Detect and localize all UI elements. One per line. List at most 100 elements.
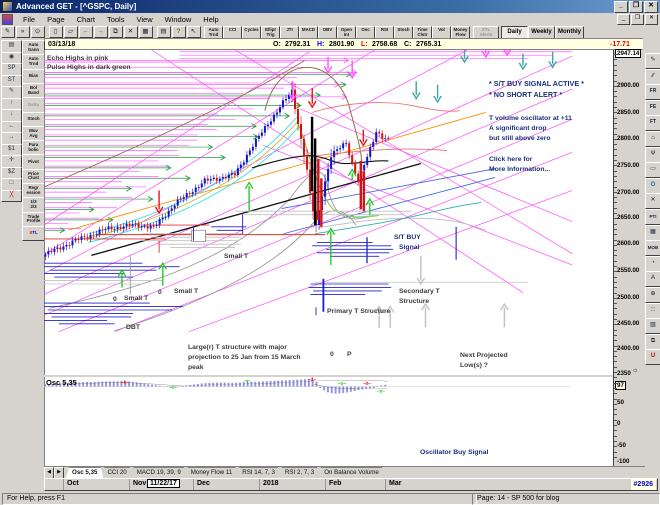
tool-button-stoch[interactable]: Stoch [22, 112, 45, 128]
tab-cci-20[interactable]: CCI 20 [101, 467, 132, 478]
help-icon[interactable]: ? [172, 26, 186, 38]
menu-page[interactable]: Page [41, 15, 71, 24]
tool-button-auto[interactable]: Auto Trnd [22, 54, 45, 70]
menu-window[interactable]: Window [159, 15, 198, 24]
xtl-alerts-button[interactable]: XTL Alerts [473, 26, 499, 39]
minimize-button[interactable]: _ [614, 1, 628, 13]
text-icon[interactable]: A [645, 271, 660, 287]
delete-icon[interactable]: ✕ [124, 26, 138, 38]
pencil-icon[interactable]: ✎ [645, 53, 660, 69]
menu-file[interactable]: File [17, 15, 41, 24]
menu-view[interactable]: View [130, 15, 158, 24]
study-button-money[interactable]: Money Flow [451, 26, 470, 39]
open-value: 2792.31 [285, 41, 310, 48]
menu-tools[interactable]: Tools [101, 15, 131, 24]
study-button-macd[interactable]: MACD [299, 26, 318, 39]
trendlines-icon[interactable]: ∕∕ [645, 69, 660, 85]
fib-retracement-icon[interactable]: FR [645, 84, 660, 100]
study-button-ellipt[interactable]: Ellipt Trig [261, 26, 280, 39]
close-button[interactable]: ✕ [644, 1, 658, 13]
tile-windows-icon[interactable]: ⧉ [109, 26, 123, 38]
study-button-auto[interactable]: Auto Trnd [204, 26, 223, 39]
axis-settings-icon[interactable]: ☼ [632, 367, 638, 374]
tool-button-delta[interactable]: Delta [22, 97, 45, 113]
restore-button[interactable]: ❐ [629, 1, 643, 13]
menu-chart[interactable]: Chart [71, 15, 101, 24]
study-button-rsi[interactable]: RSI [375, 26, 394, 39]
period-button-monthly[interactable]: Monthly [555, 26, 584, 39]
time-axis[interactable]: 11/22/17 #2926 OctNovDec2018FebMar [44, 478, 658, 491]
study-button-osc[interactable]: Osc [356, 26, 375, 39]
grid-icon[interactable]: ▦ [645, 225, 660, 241]
title-bar: Advanced GET - [^GSPC, Daily] _ ❐ ✕ [0, 0, 660, 13]
first-bar-date-box[interactable]: 11/22/17 [147, 479, 180, 488]
tool-button-mov[interactable]: Mov Avg [22, 126, 45, 142]
tool-button-regr[interactable]: Regr ession [22, 183, 45, 199]
palette-icon[interactable]: ::: [645, 303, 660, 319]
back-arrow-icon[interactable]: ← [79, 26, 93, 38]
price-axis[interactable]: 2947.14 2900.002850.002800.002750.002700… [613, 50, 645, 466]
ellipse-icon[interactable]: O [645, 178, 660, 194]
study-button-cci[interactable]: CCI [223, 26, 242, 39]
period-button-weekly[interactable]: Weekly [528, 26, 555, 39]
quotes-icon[interactable]: » [16, 26, 30, 38]
tab-on-balance-volume[interactable]: On Balance Volume [318, 467, 385, 478]
rectangle-icon[interactable]: ▭ [645, 162, 660, 178]
tool-button-para[interactable]: Para bolic [22, 140, 45, 156]
period-button-daily[interactable]: Daily [501, 26, 528, 39]
tab-money-flow-11[interactable]: Money Flow 11 [185, 467, 239, 478]
study-button-time[interactable]: Time Clstr [413, 26, 432, 39]
study-button-stoch[interactable]: Stoch [394, 26, 413, 39]
tab-rsi-2-7-3[interactable]: RSI 2, 7, 3 [279, 467, 320, 478]
tool-button-bol[interactable]: Bol Band [22, 83, 45, 99]
osc-axis-label: -100 [617, 458, 629, 465]
undo-icon[interactable]: U [645, 349, 660, 365]
context-help-icon[interactable]: ↖ [187, 26, 201, 38]
print-icon[interactable]: ▤ [157, 26, 171, 38]
chart-zoom-icon[interactable]: ◔ [645, 256, 660, 272]
eraser-icon[interactable]: ✕ [645, 193, 660, 209]
menu-help[interactable]: Help [197, 15, 224, 24]
close-value: 2765.31 [416, 41, 441, 48]
copy-icon[interactable]: ⧉ [645, 334, 660, 350]
month-label-feb: Feb [329, 480, 341, 487]
study-button-cycles[interactable]: Cycles [242, 26, 261, 39]
pitchfork-icon[interactable]: Ψ [645, 147, 660, 163]
price-axis-label: 2900.00 [617, 82, 639, 89]
child-restore-button[interactable]: ❐ [631, 14, 644, 25]
chart-window-icon[interactable] [2, 14, 13, 25]
price-axis-label: 2550.00 [617, 267, 639, 274]
tab-osc-5-35[interactable]: Osc 5,35 [66, 467, 103, 478]
open-chart-icon[interactable]: ▱ [64, 26, 78, 38]
chart-icon[interactable]: ▦ [139, 26, 153, 38]
forward-arrow-icon[interactable]: → [94, 26, 108, 38]
child-minimize-button[interactable]: _ [617, 14, 630, 25]
window-title: Advanced GET - [^GSPC, Daily] [16, 2, 136, 11]
tool-button-price[interactable]: Price Clust [22, 169, 45, 185]
high-label: H: [317, 41, 324, 48]
gann-icon[interactable]: ⌂ [645, 131, 660, 147]
new-chart-icon[interactable]: ▯ [49, 26, 63, 38]
study-button-obv[interactable]: OBV [318, 26, 337, 39]
fib-time-icon[interactable]: FT [645, 115, 660, 131]
study-button-open[interactable]: Open Int [337, 26, 356, 39]
tool-button-auto[interactable]: Auto Gann [22, 40, 45, 56]
erase-line-icon[interactable]: ╳ [1, 190, 22, 203]
fib-extension-icon[interactable]: FE [645, 100, 660, 116]
child-close-button[interactable]: ✕ [645, 14, 658, 25]
study-button-jti[interactable]: JTI [280, 26, 299, 39]
tab-rsi-14-7-3[interactable]: RSI 14, 7, 3 [236, 467, 281, 478]
tool-button-trade[interactable]: Trade Profile [22, 212, 45, 228]
tool-button-pivot[interactable]: Pivot [22, 154, 45, 170]
mob-icon[interactable]: MOB [645, 240, 660, 256]
study-button-vol[interactable]: Vol [432, 26, 451, 39]
pointer-icon[interactable]: ✎ [1, 26, 15, 38]
pattern-icon[interactable]: ▨ [645, 318, 660, 334]
zoom-icon[interactable]: ⊙ [31, 26, 45, 38]
tool-button-1/3[interactable]: 1/3 2/3 [22, 197, 45, 213]
tab-macd-19-39-9[interactable]: MACD 19, 39, 9 [131, 467, 187, 478]
pti-icon[interactable]: PTI [645, 209, 660, 225]
magnifier-icon[interactable]: ⊕ [645, 287, 660, 303]
tool-button-bias[interactable]: Bias [22, 69, 45, 85]
tool-button-xtl[interactable]: XTL [22, 226, 45, 242]
